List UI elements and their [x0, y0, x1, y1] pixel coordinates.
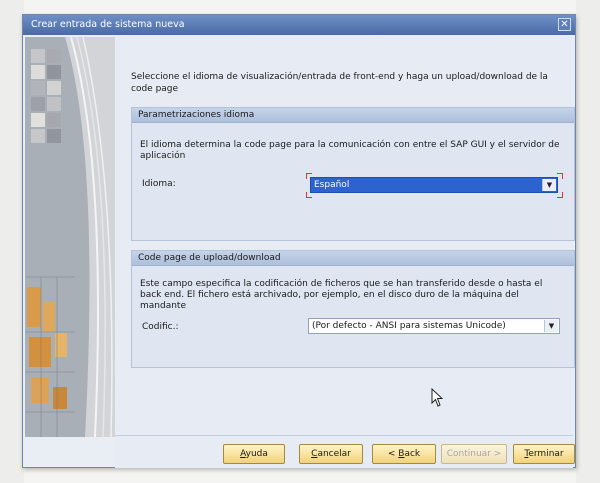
dialog-title: Crear entrada de sistema nueva — [31, 19, 185, 30]
wizard-side-image — [25, 37, 115, 437]
language-settings-group: Parametrizaciones idioma El idioma deter… — [131, 107, 575, 241]
close-icon[interactable]: ✕ — [558, 18, 571, 31]
focus-corner-bottom-right — [557, 192, 563, 198]
finish-button[interactable]: Terminar — [513, 444, 575, 464]
desktop-background-right — [576, 0, 600, 483]
codepage-group: Code page de upload/download Este campo … — [131, 250, 575, 368]
focus-corner-top-right — [557, 173, 563, 179]
chevron-down-icon[interactable]: ▼ — [542, 179, 556, 191]
wizard-content: Seleccione el idioma de visualización/en… — [115, 37, 575, 435]
button-bar: Ayuda Cancelar < Back Continuar > Termin… — [115, 435, 575, 468]
codepage-group-header: Code page de upload/download — [132, 251, 574, 266]
desktop-background-left — [0, 0, 24, 483]
help-button[interactable]: Ayuda — [223, 444, 285, 464]
cancel-button[interactable]: Cancelar — [299, 444, 363, 464]
codepage-description: Este campo especifica la codificación de… — [140, 279, 543, 311]
language-description: El idioma determina la code page para la… — [140, 140, 560, 161]
intro-text: Seleccione el idioma de visualización/en… — [131, 72, 548, 94]
codepage-selected-value: (Por defecto - ANSI para sistemas Unicod… — [312, 321, 506, 331]
focus-corner-bottom-left — [306, 192, 312, 198]
continue-button[interactable]: Continuar > — [441, 444, 507, 464]
codepage-select[interactable]: (Por defecto - ANSI para sistemas Unicod… — [308, 318, 560, 334]
language-select[interactable]: Español ▼ — [310, 177, 558, 193]
back-button[interactable]: < Back — [372, 444, 436, 464]
chevron-down-icon[interactable]: ▼ — [544, 320, 558, 332]
architecture-illustration — [25, 37, 115, 437]
focus-corner-top-left — [306, 173, 312, 179]
new-system-entry-dialog: Crear entrada de sistema nueva ✕ Selecci… — [22, 14, 576, 468]
language-label: Idioma: — [142, 179, 176, 189]
mouse-cursor-icon — [431, 387, 444, 411]
language-group-header: Parametrizaciones idioma — [132, 108, 574, 123]
codepage-label: Codific.: — [142, 322, 179, 332]
dialog-titlebar: Crear entrada de sistema nueva ✕ — [23, 15, 575, 35]
language-selected-value: Español — [314, 180, 350, 190]
